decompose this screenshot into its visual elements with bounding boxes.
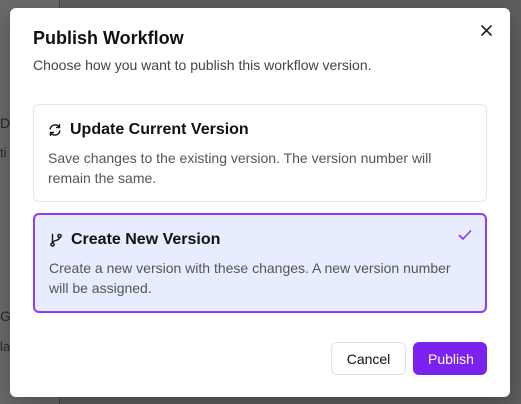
option-description: Create a new version with these changes.… [49,260,451,296]
background-text-fragment: D [0,115,11,131]
option-update-current-version[interactable]: Update Current Version Save changes to t… [33,104,487,202]
refresh-icon [48,123,62,137]
option-title: Update Current Version [70,121,249,138]
dialog-subtitle: Choose how you want to publish this work… [33,57,372,73]
git-branch-icon [49,233,63,247]
cancel-button[interactable]: Cancel [331,342,406,375]
option-create-new-version[interactable]: Create New Version Create a new version … [33,213,487,313]
close-button[interactable] [476,20,496,40]
publish-button[interactable]: Publish [413,342,487,375]
close-icon [480,24,492,36]
option-description: Save changes to the existing version. Th… [48,150,432,186]
publish-workflow-dialog: Publish Workflow Choose how you want to … [10,8,510,397]
option-header: Create New Version [49,231,471,249]
check-icon [457,227,473,243]
background-text-fragment: la [0,339,11,354]
dialog-title: Publish Workflow [33,28,184,48]
background-text-fragment: ti [0,145,7,160]
option-header: Update Current Version [48,121,472,139]
option-title: Create New Version [71,231,221,248]
